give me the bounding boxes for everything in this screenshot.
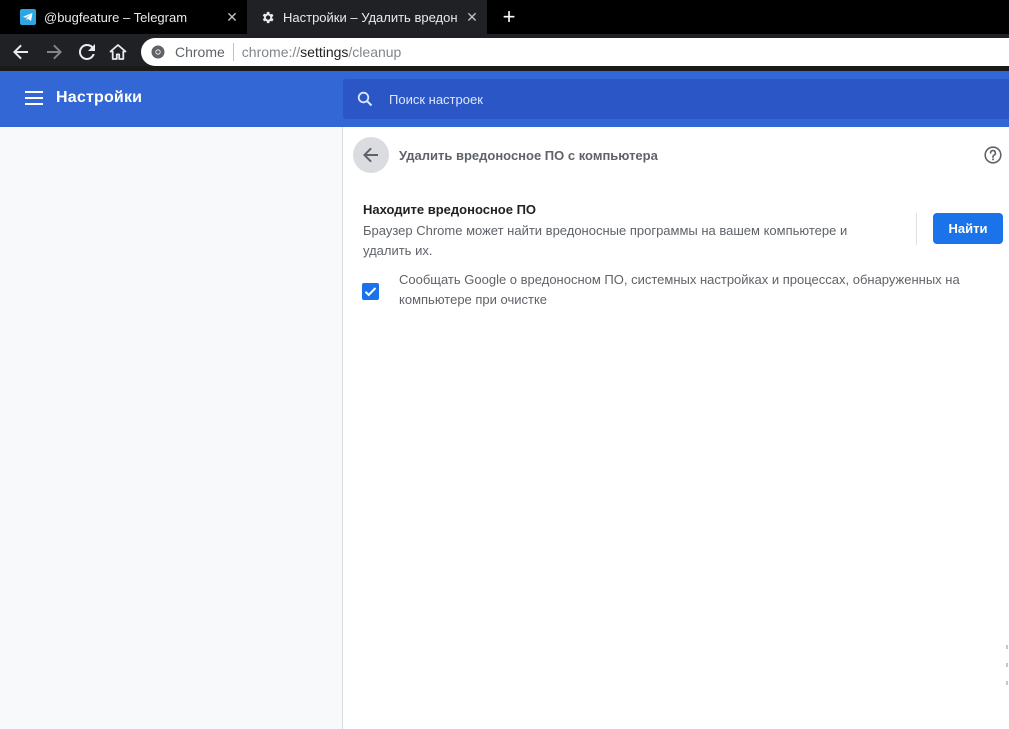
omnibox-chrome-label: Chrome — [175, 44, 225, 60]
section-description: Браузер Chrome может найти вредоносные п… — [363, 223, 848, 258]
button-separator — [916, 213, 917, 245]
url-path: /cleanup — [348, 44, 402, 60]
page-title: Удалить вредоносное ПО с компьютера — [399, 148, 658, 163]
new-tab-button[interactable]: + — [499, 6, 519, 28]
search-placeholder: Поиск настроек — [389, 91, 483, 107]
back-arrow-icon — [363, 147, 378, 163]
search-settings-input[interactable]: Поиск настроек — [343, 79, 1009, 119]
close-icon[interactable]: ✕ — [225, 10, 239, 24]
forward-arrow-icon[interactable] — [41, 39, 67, 65]
reload-icon[interactable] — [74, 39, 100, 65]
hamburger-menu-icon[interactable] — [25, 91, 43, 105]
chrome-icon — [151, 45, 165, 59]
settings-title: Настройки — [56, 89, 143, 106]
omnibox-url: chrome://settings/cleanup — [242, 44, 402, 60]
report-checkbox-label: Сообщать Google о вредоносном ПО, систем… — [399, 272, 960, 307]
home-icon[interactable] — [105, 39, 131, 65]
left-nav-pane — [0, 127, 342, 729]
section-title: Находите вредоносное ПО — [363, 202, 537, 217]
back-arrow-icon[interactable] — [8, 39, 34, 65]
url-prefix: chrome:// — [241, 44, 301, 60]
omnibox-separator — [232, 43, 234, 61]
address-bar[interactable]: Chrome chrome://settings/cleanup — [141, 38, 1009, 66]
report-checkbox[interactable] — [362, 283, 379, 300]
tab-strip: @bugfeature – Telegram ✕ Настройки – Уда… — [0, 0, 1009, 34]
back-button[interactable] — [353, 137, 389, 173]
browser-toolbar: Chrome chrome://settings/cleanup — [0, 34, 1009, 70]
cleanup-card: Удалить вредоносное ПО с компьютера Нахо… — [343, 127, 1009, 729]
telegram-icon — [20, 9, 36, 25]
settings-header: Настройки Поиск настроек — [0, 71, 1009, 127]
tab-title: Настройки – Удалить вредоносное ПО с ком… — [283, 9, 458, 25]
tab-telegram[interactable]: @bugfeature – Telegram ✕ — [0, 0, 247, 34]
checkmark-icon — [364, 287, 377, 297]
tab-title: @bugfeature – Telegram — [44, 9, 188, 25]
tab-settings[interactable]: Настройки – Удалить вредоносное ПО с ком… — [247, 0, 487, 34]
find-button[interactable]: Найти — [933, 213, 1003, 244]
close-icon[interactable]: ✕ — [465, 10, 479, 24]
help-icon[interactable] — [984, 146, 1002, 164]
search-icon — [357, 91, 373, 107]
gear-icon — [259, 9, 275, 25]
url-host: settings — [300, 44, 349, 60]
